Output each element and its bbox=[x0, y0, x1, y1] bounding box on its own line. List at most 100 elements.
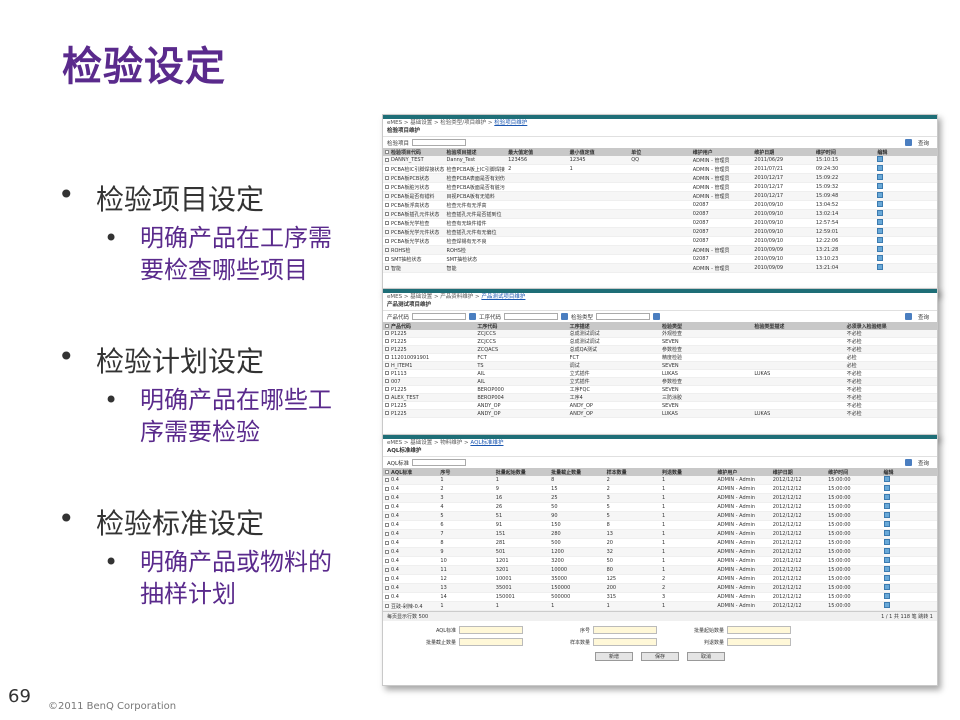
row-checkbox[interactable] bbox=[385, 203, 389, 207]
row-checkbox[interactable] bbox=[385, 185, 389, 189]
edit-icon[interactable] bbox=[877, 210, 884, 216]
column-header[interactable]: 判退数量 bbox=[659, 468, 716, 476]
row-checkbox[interactable] bbox=[385, 403, 389, 407]
row-checkbox[interactable] bbox=[385, 239, 389, 243]
edit-icon[interactable] bbox=[877, 246, 884, 252]
column-header[interactable]: 必须录入检验结果 bbox=[844, 322, 937, 330]
row-checkbox[interactable] bbox=[385, 558, 389, 563]
process-code-input[interactable] bbox=[504, 313, 559, 320]
table-row[interactable]: 0.4 8 281 500 20 1 ADMIN - Admin 2012/12/12 15:0… bbox=[383, 538, 937, 548]
lot-end-field[interactable] bbox=[459, 638, 523, 646]
table-row[interactable]: 0.4 10 1201 3200 50 1 ADMIN - Admin 2012/12/12 1… bbox=[383, 556, 937, 566]
column-header[interactable]: 维护日期 bbox=[752, 148, 814, 156]
column-header[interactable]: 维护时间 bbox=[813, 148, 876, 156]
edit-icon[interactable] bbox=[883, 530, 890, 536]
edit-icon[interactable] bbox=[883, 512, 890, 518]
page-size-select[interactable]: 每页显示行数 500 bbox=[387, 612, 428, 621]
row-checkbox[interactable] bbox=[385, 167, 389, 171]
inspection-type-input[interactable] bbox=[596, 313, 651, 320]
seq-field[interactable] bbox=[593, 626, 657, 634]
row-checkbox[interactable] bbox=[385, 495, 389, 500]
column-header[interactable]: 最小值定值 bbox=[567, 148, 630, 156]
table-row[interactable]: 0.4 13 35001 150000 200 2 ADMIN - Admin 2012/12… bbox=[383, 583, 937, 593]
table-row[interactable]: SMT抽检状态 SMT抽检状态 02087 2010/09/10 13:10:23 bbox=[383, 254, 937, 264]
row-checkbox[interactable] bbox=[385, 477, 389, 482]
table-row[interactable]: ROHS检 ROHS检 ADMIN - 管理员 2010/09/09 13:21:28 bbox=[383, 245, 937, 255]
breadcrumb-link[interactable]: 检验项目维护 bbox=[494, 120, 527, 126]
edit-icon[interactable] bbox=[877, 228, 884, 234]
row-checkbox[interactable] bbox=[385, 363, 389, 367]
row-checkbox[interactable] bbox=[385, 248, 389, 252]
table-row[interactable]: 豆豉-剁辣-0.4 1 1 1 1 1 ADMIN - Admin 2012/12/12 15:… bbox=[383, 601, 937, 611]
edit-icon[interactable] bbox=[883, 575, 890, 581]
table-row[interactable]: 0.4 6 91 150 8 1 ADMIN - Admin 2012/12/12 15:00:… bbox=[383, 520, 937, 530]
row-checkbox[interactable] bbox=[385, 513, 389, 518]
filter-input[interactable] bbox=[412, 139, 467, 146]
table-row[interactable]: ALEX_TEST BEROP004 工序4 三防涂胶 不必检 bbox=[383, 393, 937, 402]
row-checkbox[interactable] bbox=[385, 576, 389, 581]
table-row[interactable]: P1225 ANDY_OP ANDY_OP LUKAS LUKAS 不必检 bbox=[383, 409, 937, 418]
row-checkbox[interactable] bbox=[385, 387, 389, 391]
page-navigation[interactable]: 1 / 1 共 118 笔 跳转 1 bbox=[881, 612, 933, 621]
lot-start-field[interactable] bbox=[727, 626, 791, 634]
add-button[interactable]: 新增 bbox=[595, 652, 633, 661]
row-checkbox[interactable] bbox=[385, 355, 389, 359]
table-row[interactable]: 0.4 14 150001 500000 315 3 ADMIN - Admin 2012/1… bbox=[383, 592, 937, 602]
row-checkbox[interactable] bbox=[385, 540, 389, 545]
table-row[interactable]: PCBA板插孔元件状态 检查插孔元件是否插到位 02087 2010/09/10 13:… bbox=[383, 209, 937, 219]
table-row[interactable]: H_ITEM1 TS 调试 SEVEN 必检 bbox=[383, 361, 937, 370]
row-checkbox[interactable] bbox=[385, 486, 389, 491]
save-button[interactable]: 保存 bbox=[641, 652, 679, 661]
product-code-input[interactable] bbox=[412, 313, 467, 320]
edit-icon[interactable] bbox=[877, 264, 884, 270]
row-checkbox[interactable] bbox=[385, 347, 389, 351]
column-header[interactable]: 检验项目代码 bbox=[383, 148, 445, 156]
select-all-checkbox[interactable] bbox=[385, 470, 389, 474]
table-row[interactable]: 智能 智能 ADMIN - 管理员 2010/09/09 13:21:04 bbox=[383, 263, 937, 273]
row-checkbox[interactable] bbox=[385, 604, 389, 608]
row-checkbox[interactable] bbox=[385, 331, 389, 335]
row-checkbox[interactable] bbox=[385, 411, 389, 415]
column-header[interactable]: 编辑 bbox=[875, 148, 937, 156]
row-checkbox[interactable] bbox=[385, 504, 389, 509]
row-checkbox[interactable] bbox=[385, 379, 389, 383]
row-checkbox[interactable] bbox=[385, 371, 389, 375]
cancel-button[interactable]: 取消 bbox=[687, 652, 725, 661]
column-header[interactable]: 编辑 bbox=[881, 468, 937, 476]
query-button[interactable]: 查询 bbox=[918, 313, 929, 321]
edit-icon[interactable] bbox=[883, 584, 890, 590]
column-header[interactable]: 产品代码 bbox=[383, 322, 476, 330]
table-row[interactable]: 0.4 11 3201 10000 80 1 ADMIN - Admin 2012/12/12… bbox=[383, 565, 937, 575]
table-row[interactable]: PCBA检IC引脚焊接状态 检查PCBA板上IC引脚焊接 2 1 ADMIN - 管理员… bbox=[383, 164, 937, 174]
column-header[interactable]: 工序描述 bbox=[567, 322, 660, 330]
column-header[interactable]: 最大值定值 bbox=[506, 148, 568, 156]
edit-icon[interactable] bbox=[877, 174, 884, 180]
table-row[interactable]: PCBA板光学元件状态 检查插孔元件有无偏位 02087 2010/09/10 12:5… bbox=[383, 227, 937, 237]
row-checkbox[interactable] bbox=[385, 339, 389, 343]
table-row[interactable]: 007 AIL 立式插件 参数检查 不必检 bbox=[383, 377, 937, 386]
table-row[interactable]: P1225 ZCQACS 总成QA测试 参数检查 不必检 bbox=[383, 345, 937, 354]
query-button[interactable]: 查询 bbox=[918, 459, 929, 467]
column-header[interactable]: 维护时间 bbox=[826, 468, 882, 476]
table-row[interactable]: P1225 ZCJCCS 总成测试调试 外观检查 不必检 bbox=[383, 330, 937, 338]
edit-icon[interactable] bbox=[877, 156, 884, 162]
select-all-checkbox[interactable] bbox=[385, 324, 389, 328]
table-row[interactable]: P1113 AIL 立式插件 LUKAS LUKAS 不必检 bbox=[383, 369, 937, 378]
edit-icon[interactable] bbox=[877, 201, 884, 207]
table-row[interactable]: 112010091901 FCT FCT 精度检验 必检 bbox=[383, 353, 937, 362]
column-header[interactable]: 工序代码 bbox=[475, 322, 568, 330]
row-checkbox[interactable] bbox=[385, 257, 389, 261]
row-checkbox[interactable] bbox=[385, 395, 389, 399]
row-checkbox[interactable] bbox=[385, 230, 389, 234]
edit-icon[interactable] bbox=[877, 183, 884, 189]
select-all-checkbox[interactable] bbox=[385, 150, 389, 154]
table-row[interactable]: PCBA板浮高状态 检查元件有无浮高 02087 2010/09/10 13:04:52 bbox=[383, 200, 937, 210]
column-header[interactable]: 单位 bbox=[629, 148, 691, 156]
edit-icon[interactable] bbox=[877, 219, 884, 225]
table-row[interactable]: DANNY_TEST Danny_Test 123456 12345 QQ ADMIN -… bbox=[383, 156, 937, 165]
edit-icon[interactable] bbox=[883, 476, 890, 482]
row-checkbox[interactable] bbox=[385, 522, 389, 527]
row-checkbox[interactable] bbox=[385, 266, 389, 270]
edit-icon[interactable] bbox=[883, 539, 890, 545]
search-icon[interactable] bbox=[561, 313, 569, 320]
